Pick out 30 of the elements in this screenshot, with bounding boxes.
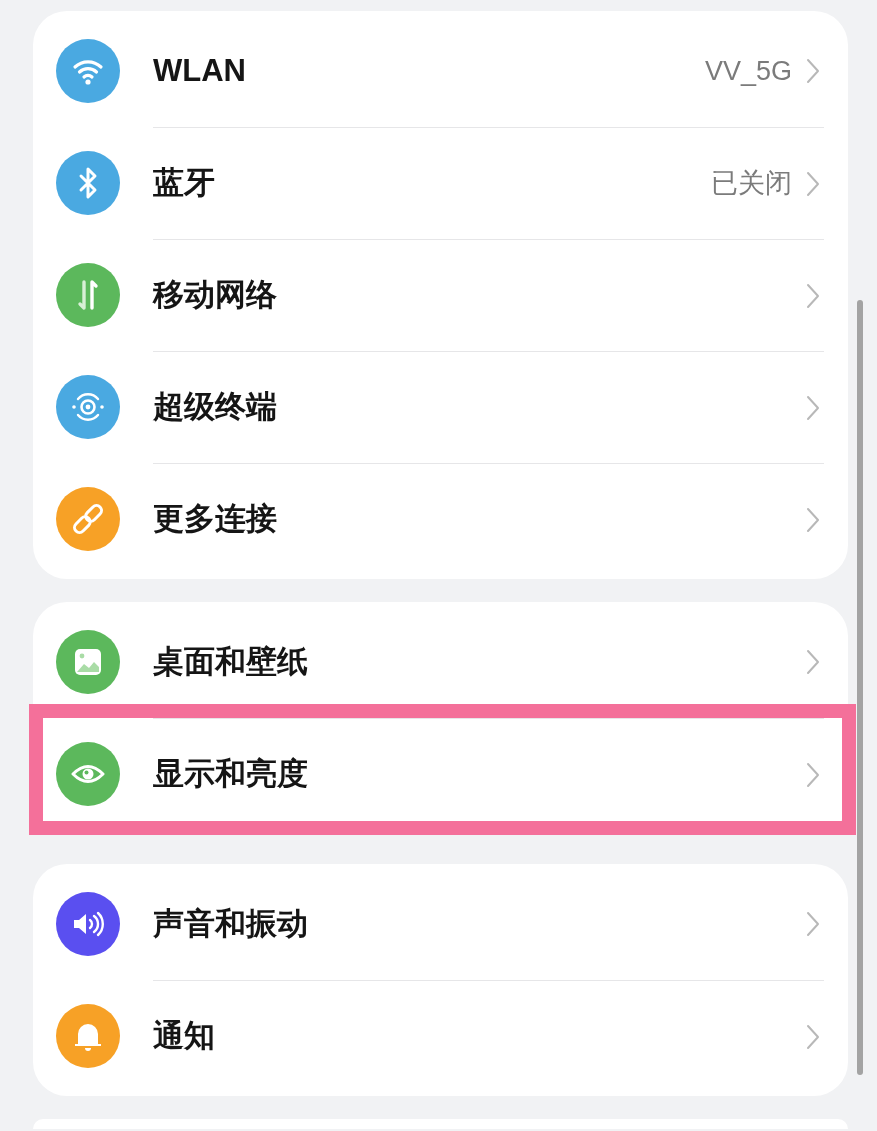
chevron-right-icon — [806, 1023, 820, 1050]
setting-value: 已关闭 — [711, 167, 792, 201]
chevron-right-icon — [806, 506, 820, 533]
speaker-icon — [56, 892, 120, 956]
arrows-icon — [56, 263, 120, 327]
chevron-right-icon — [806, 394, 820, 421]
target-icon — [56, 375, 120, 439]
wifi-icon — [56, 39, 120, 103]
image-icon — [56, 630, 120, 694]
link-icon — [56, 487, 120, 551]
setting-label[interactable]: 蓝牙 — [153, 160, 215, 207]
chevron-right-icon — [806, 58, 820, 84]
setting-label[interactable]: 显示和亮度 — [153, 751, 308, 798]
setting-label[interactable]: 通知 — [153, 1013, 215, 1060]
setting-label[interactable]: WLAN — [153, 47, 246, 95]
eye-icon — [56, 742, 120, 806]
setting-label[interactable]: 更多连接 — [153, 496, 277, 543]
setting-label[interactable]: 声音和振动 — [153, 900, 308, 948]
chevron-right-icon — [806, 761, 820, 788]
chevron-right-icon — [806, 911, 820, 937]
setting-label[interactable]: 桌面和壁纸 — [153, 638, 308, 686]
setting-value: VV_5G — [704, 54, 792, 88]
bell-icon — [56, 1004, 120, 1068]
chevron-right-icon — [806, 649, 820, 675]
bluetooth-icon — [56, 151, 120, 215]
scrollbar-thumb[interactable] — [857, 300, 863, 1075]
setting-label[interactable]: 移动网络 — [153, 272, 277, 319]
chevron-right-icon — [806, 282, 820, 309]
setting-label[interactable]: 超级终端 — [153, 384, 277, 431]
chevron-right-icon — [806, 170, 820, 197]
